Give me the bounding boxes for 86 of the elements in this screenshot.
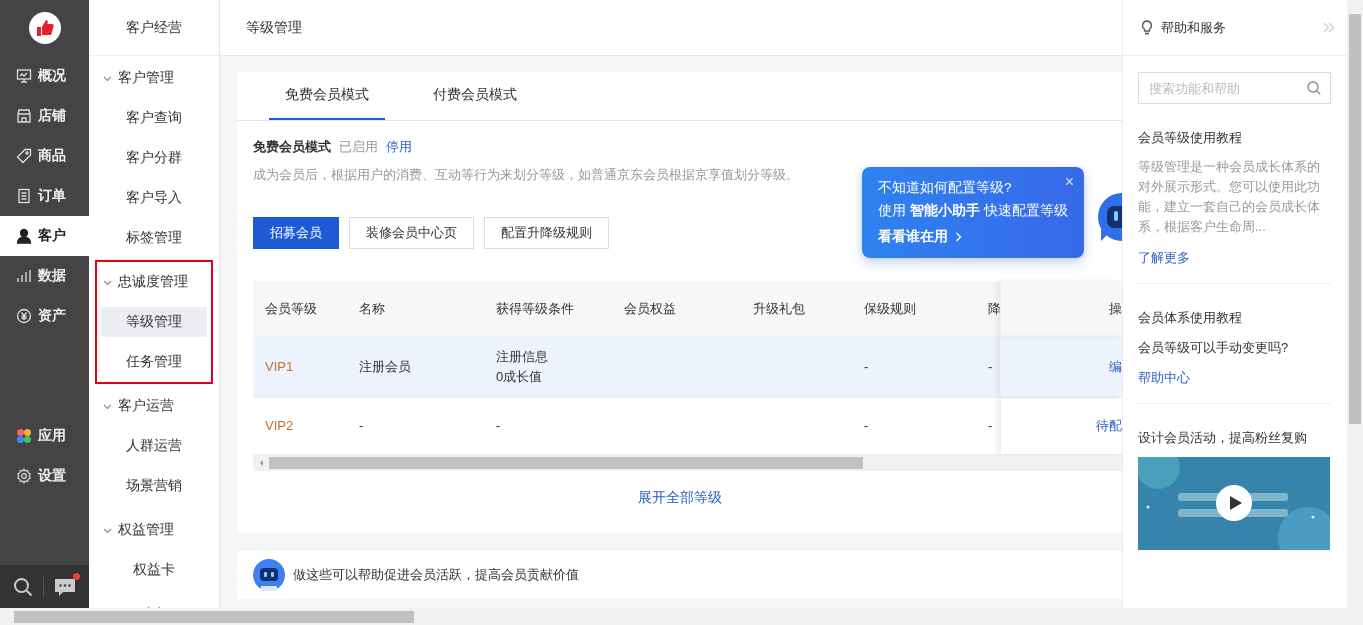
document-icon [16, 188, 32, 204]
tag-icon [16, 148, 32, 164]
faq-question[interactable]: 会员等级可以手动变更吗? [1138, 339, 1331, 357]
tab[interactable]: 免费会员模式 [269, 72, 385, 120]
sidebar-item[interactable]: 商品 [0, 136, 89, 176]
sidebar-item[interactable]: 资产 [0, 296, 89, 336]
nav-item[interactable]: 客户分群 [101, 143, 207, 173]
horizontal-scrollbar[interactable] [0, 608, 1363, 625]
promo-text: 做这些可以帮助促进会员活跃，提高会员贡献价值 [293, 566, 579, 584]
search-icon[interactable] [13, 576, 33, 597]
gear-icon [16, 468, 32, 484]
play-icon [1228, 495, 1243, 511]
nav-title: 客户经营 [89, 0, 219, 56]
table-cell: - [864, 418, 869, 433]
sidebar-item[interactable]: 概况 [0, 56, 89, 96]
table-cell: - [496, 418, 501, 433]
column-header: 会员等级 [265, 300, 317, 316]
sidebar-item[interactable]: 订单 [0, 176, 89, 216]
sidebar-item[interactable]: 设置 [0, 456, 89, 496]
table-cell: - [988, 418, 993, 433]
learn-more-link[interactable]: 了解更多 [1138, 249, 1331, 267]
video-title: 设计会员活动，提高粉丝复购 [1138, 429, 1308, 447]
tooltip-text: 使用 智能小助手 快速配置等级 [878, 202, 1068, 220]
page-title: 等级管理 [246, 18, 302, 37]
tooltip-link[interactable]: 看看谁在用 [878, 228, 1068, 246]
robot-icon [253, 559, 285, 591]
table-cell: 注册信息 0成长值 [496, 348, 548, 384]
search-field[interactable]: 搜索功能和帮助 [1138, 72, 1331, 104]
search-icon[interactable] [1307, 81, 1321, 95]
sidebar-item[interactable]: 客户 [0, 216, 89, 256]
store-icon [16, 108, 32, 124]
column-header: 升级礼包 [753, 300, 805, 316]
column-header: 保级规则 [864, 300, 916, 316]
nav-item[interactable]: 等级管理 [101, 307, 207, 337]
table-cell: - [864, 358, 869, 374]
article-title: 会员体系使用教程 [1138, 309, 1243, 327]
bar-chart-icon [16, 268, 32, 284]
nav-item[interactable]: 标签管理 [101, 223, 207, 253]
sidebar-item[interactable]: 数据 [0, 256, 89, 296]
panel-title: 帮助和服务 [1161, 18, 1226, 37]
lightbulb-icon [1141, 20, 1153, 35]
nav-group[interactable]: 忠诚度管理 [101, 262, 207, 302]
action-button[interactable]: 配置升降级规则 [484, 217, 609, 249]
apps-icon [16, 428, 32, 444]
nav-group[interactable]: 权益管理 [101, 510, 207, 550]
chevron-right-icon [955, 232, 962, 242]
mode-status: 已启用 [339, 138, 378, 156]
table-cell: - [988, 358, 993, 374]
article-title: 会员等级使用教程 [1138, 129, 1243, 147]
description: 成为会员后，根据用户的消费、互动等行为来划分等级，如普通京东会员根据京享值划分等级。 [253, 166, 800, 184]
help-center-link[interactable]: 帮助中心 [1138, 369, 1331, 387]
row-action-link[interactable]: 编 [1109, 356, 1122, 377]
action-button[interactable]: 招募会员 [253, 217, 339, 249]
sidebar-item[interactable]: 应用 [0, 416, 89, 456]
column-header: 获得等级条件 [496, 300, 574, 316]
column-header: 操 [1109, 299, 1122, 318]
tooltip-text: 不知道如何配置等级? [878, 179, 1013, 197]
vertical-scrollbar[interactable] [1347, 0, 1363, 608]
horizontal-scrollbar[interactable] [253, 455, 1122, 471]
expand-link[interactable]: 展开全部等级 [637, 489, 722, 505]
action-button[interactable]: 装修会员中心页 [349, 217, 474, 249]
column-header: 会员权益 [624, 300, 676, 316]
nav-item[interactable]: 人群运营 [101, 431, 207, 461]
person-icon [16, 228, 32, 244]
nav-item[interactable]: 权益卡 [101, 555, 207, 585]
tab[interactable]: 付费会员模式 [417, 72, 533, 120]
monitor-icon [16, 68, 32, 84]
mode-name: 免费会员模式 [253, 138, 331, 156]
column-header: 降 [988, 300, 1001, 316]
column-header: 名称 [359, 300, 385, 316]
sidebar-item[interactable]: 店铺 [0, 96, 89, 136]
table-cell: - [359, 418, 364, 433]
nav-item[interactable]: 客户查询 [101, 103, 207, 133]
table-cell: VIP2 [265, 418, 294, 433]
nav-group[interactable]: 客户管理 [101, 58, 207, 98]
table-cell: 注册会员 [359, 358, 411, 374]
nav-item[interactable]: 客户导入 [101, 183, 207, 213]
nav-group[interactable]: 客户运营 [101, 386, 207, 426]
yen-icon [16, 308, 32, 324]
disable-link[interactable]: 停用 [386, 138, 412, 156]
close-button[interactable]: × [1064, 174, 1074, 190]
table-cell: VIP1 [265, 358, 294, 374]
row-action-link[interactable]: 待配 [1096, 416, 1122, 436]
logo-icon [28, 12, 61, 44]
nav-item[interactable]: 场景营销 [101, 471, 207, 501]
nav-item[interactable]: 任务管理 [101, 347, 207, 377]
